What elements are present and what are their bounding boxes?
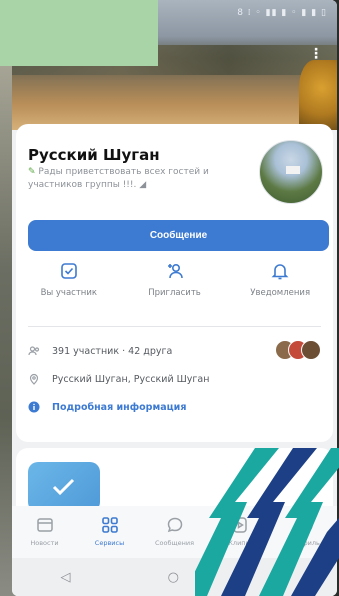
tab-clips[interactable]: Клипы (207, 506, 272, 558)
community-name: Русский Шуган (28, 146, 160, 164)
action-notifications-label: Уведомления (250, 288, 311, 298)
members-icon (28, 346, 40, 356)
clips-icon (232, 517, 247, 533)
action-member[interactable]: Вы участник (16, 262, 122, 316)
members-row[interactable]: 391 участник · 42 друга (28, 342, 172, 360)
action-invite-label: Пригласить (148, 288, 201, 298)
community-avatar[interactable] (259, 140, 323, 204)
tab-profile-label: Профиль (289, 539, 320, 547)
service-tile[interactable] (28, 462, 100, 512)
location-text: Русский Шуган, Русский Шуган (52, 373, 210, 385)
action-member-label: Вы участник (40, 288, 98, 298)
cover-tree (299, 60, 337, 130)
back-icon[interactable]: ◁ (61, 570, 71, 585)
action-notifications[interactable]: Уведомления (227, 262, 333, 316)
profile-icon (296, 517, 313, 533)
community-status: ✎ Рады приветствовать всех гостей и учас… (28, 166, 248, 192)
action-row: Вы участник Пригласить Уведомления (16, 262, 333, 316)
members-text: 391 участник · 42 друга (52, 345, 173, 357)
friend-avatar-3 (301, 340, 321, 360)
news-icon (36, 518, 53, 532)
more-icon[interactable]: ⋮ (309, 46, 323, 62)
info-icon (28, 401, 40, 413)
tab-clips-label: Клипы (228, 539, 251, 547)
tab-services-label: Сервисы (94, 539, 125, 547)
status-leaf-icon: ✎ (28, 167, 36, 177)
system-nav-bar: ◁ ○ □ (12, 558, 337, 596)
services-icon (101, 517, 118, 533)
friends-avatars[interactable] (275, 340, 321, 360)
home-icon[interactable]: ○ (168, 570, 179, 585)
bell-icon (271, 264, 289, 280)
location-pin-icon (29, 373, 39, 385)
check-tile-icon (52, 478, 75, 496)
tab-news[interactable]: Новости (12, 506, 77, 558)
status-bar: 8 ⁞ ◦ ▮▮ ▮ ◦ ▮ ▮ ▯ (237, 8, 327, 18)
check-square-icon (61, 263, 77, 279)
avatar-house (286, 166, 300, 174)
add-user-icon (167, 263, 183, 279)
tab-services[interactable]: Сервисы (77, 506, 142, 558)
divider (28, 326, 321, 327)
details-row[interactable]: Подробная информация (28, 398, 186, 416)
location-row[interactable]: Русский Шуган, Русский Шуган (28, 370, 209, 388)
message-button[interactable]: Сообщение (28, 220, 329, 251)
status-text: Рады приветствовать всех гостей и участн… (28, 167, 209, 190)
tab-profile[interactable]: Профиль (272, 506, 337, 558)
tab-bar: Новости Сервисы Сообщения Клипы Профиль (12, 506, 337, 558)
details-text: Подробная информация (52, 401, 187, 413)
recents-icon[interactable]: □ (276, 570, 288, 585)
chat-icon (167, 517, 182, 533)
phone-screen: 8 ⁞ ◦ ▮▮ ▮ ◦ ▮ ▮ ▯ ⋮ Русский Шуган ✎ Рад… (12, 0, 337, 596)
tab-messages[interactable]: Сообщения (142, 506, 207, 558)
community-card: Русский Шуган ✎ Рады приветствовать всех… (16, 124, 333, 442)
tab-news-label: Новости (30, 539, 59, 547)
action-invite[interactable]: Пригласить (122, 262, 228, 316)
tab-messages-label: Сообщения (154, 539, 194, 547)
overlay-green-box (0, 0, 158, 66)
